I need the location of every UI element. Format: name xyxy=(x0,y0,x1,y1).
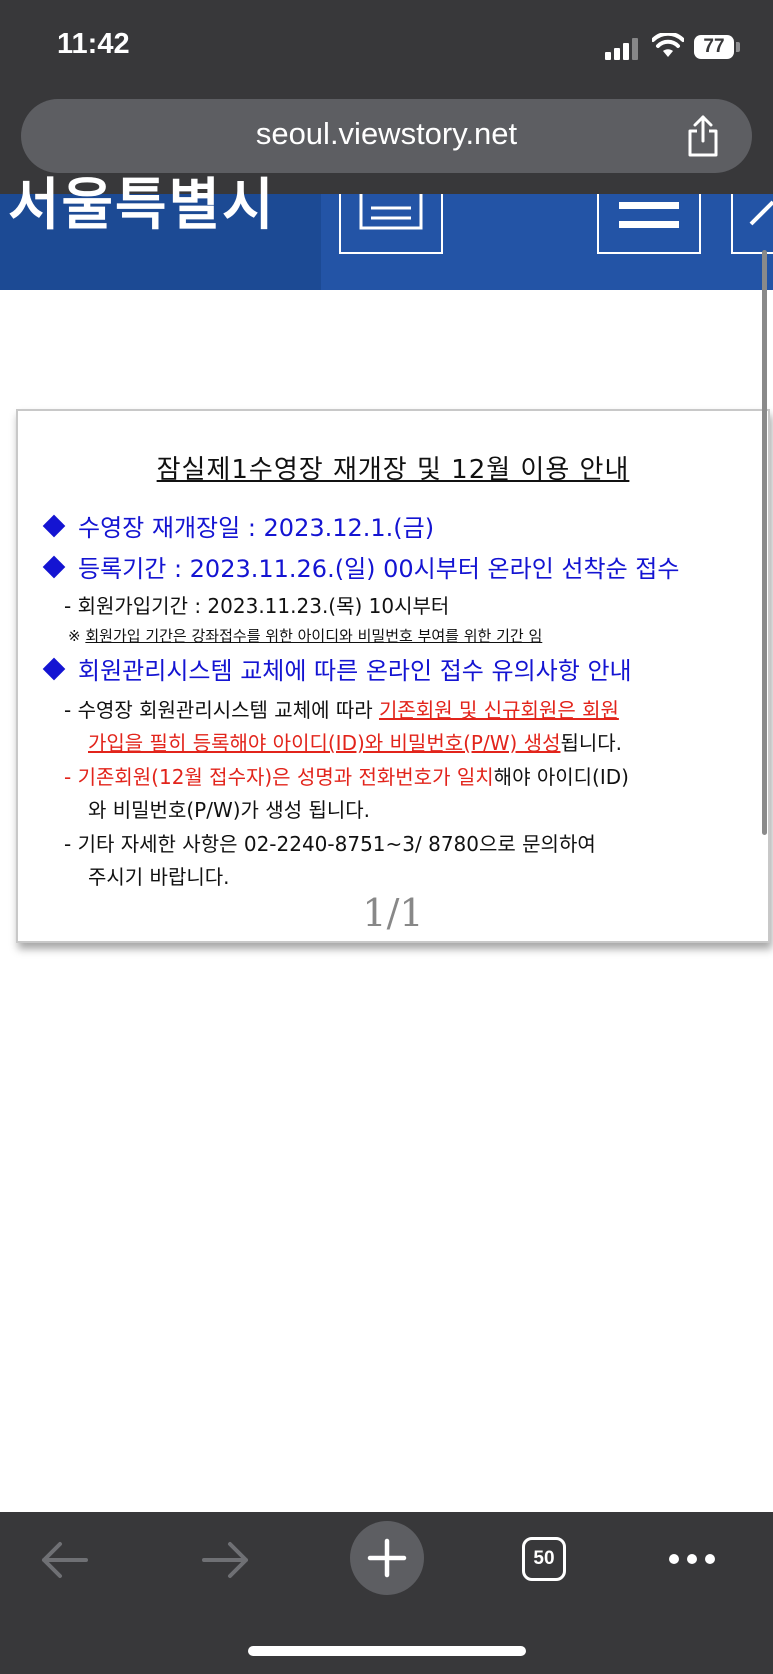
notice-item-1-line-2: 가입을 필히 등록해야 아이디(ID)와 비밀번호(P/W) 생성됩니다. xyxy=(88,727,622,756)
notice-item-2-line-2: 와 비밀번호(P/W)가 생성 됩니다. xyxy=(88,798,371,822)
more-options-icon[interactable] xyxy=(666,1550,718,1568)
notice-item-3-line-1: - 기타 자세한 사항은 02-2240-8751~3/ 8780으로 문의하여 xyxy=(64,832,596,856)
diamond-bullet-icon xyxy=(42,514,66,538)
notice-registration-period: 등록기간 : 2023.11.26.(일) 00시부터 온라인 선착순 접수 xyxy=(78,555,680,583)
share-icon[interactable] xyxy=(686,114,720,158)
notice-popup: 잠실제1수영장 재개장 및 12월 이용 안내 수영장 재개장일 : 2023.… xyxy=(16,409,770,943)
plus-icon xyxy=(367,1538,407,1578)
page-indicator: 1/1 xyxy=(362,891,424,935)
slash-icon xyxy=(749,200,773,226)
reference-mark: ※ xyxy=(68,627,81,645)
forward-arrow-icon[interactable] xyxy=(200,1540,250,1580)
notice-item-3-line-2: 주시기 바랍니다. xyxy=(88,865,230,889)
site-logo[interactable]: 서울특별시 xyxy=(8,176,276,236)
cellular-signal-icon xyxy=(605,36,639,60)
notice-item-2-line-1: - 기존회원(12월 접수자)은 성명과 전화번호가 일치해야 아이디(ID) xyxy=(64,761,629,790)
url-text: seoul.viewstory.net xyxy=(255,116,518,151)
notice-text: - 수영장 회원관리시스템 교체에 따라 xyxy=(64,698,380,722)
tab-switcher-button[interactable]: 50 xyxy=(522,1537,566,1581)
document-menu-button[interactable] xyxy=(339,190,443,254)
notice-item-1-line-1: - 수영장 회원관리시스템 교체에 따라 기존회원 및 신규회원은 회원 xyxy=(64,694,619,723)
notice-signup-period: - 회원가입기간 : 2023.11.23.(목) 10시부터 xyxy=(64,594,450,618)
scrollbar[interactable] xyxy=(762,250,767,835)
status-time: 11:42 xyxy=(57,28,130,60)
notice-highlight: 기존회원 및 신규회원은 회원 xyxy=(379,698,619,722)
notice-system-change-heading: 회원관리시스템 교체에 따른 온라인 접수 유의사항 안내 xyxy=(78,657,632,685)
notice-text: 됩니다. xyxy=(560,731,623,755)
document-icon xyxy=(359,190,423,230)
notice-title: 잠실제1수영장 재개장 및 12월 이용 안내 xyxy=(156,455,630,485)
new-tab-button[interactable] xyxy=(350,1521,424,1595)
notice-system-change-row: 회원관리시스템 교체에 따른 온라인 접수 유의사항 안내 xyxy=(42,651,632,686)
battery-tip xyxy=(736,42,740,52)
diamond-bullet-icon xyxy=(42,657,66,681)
battery-indicator: 77 xyxy=(694,35,734,59)
notice-highlight: - 기존회원(12월 접수자)은 성명과 전화번호가 일치 xyxy=(64,765,494,789)
notice-reopen-date-row: 수영장 재개장일 : 2023.12.1.(금) xyxy=(42,508,434,543)
wifi-icon xyxy=(652,33,684,57)
hamburger-icon xyxy=(619,202,679,228)
diamond-bullet-icon xyxy=(42,555,66,579)
address-bar[interactable]: seoul.viewstory.net xyxy=(21,99,752,173)
notice-text: 해야 아이디(ID) xyxy=(493,765,629,789)
notice-registration-row: 등록기간 : 2023.11.26.(일) 00시부터 온라인 선착순 접수 xyxy=(42,549,679,584)
notice-highlight: 가입을 필히 등록해야 아이디(ID)와 비밀번호(P/W) 생성 xyxy=(88,731,561,755)
extra-header-button[interactable] xyxy=(731,194,773,254)
back-arrow-icon[interactable] xyxy=(40,1540,90,1580)
notice-signup-note-row: ※ 회원가입 기간은 강좌접수를 위한 아이디와 비밀번호 부여를 위한 기간 … xyxy=(68,625,542,646)
menu-button[interactable] xyxy=(597,194,701,254)
notice-reopen-date: 수영장 재개장일 : 2023.12.1.(금) xyxy=(78,514,435,542)
notice-signup-note: 회원가입 기간은 강좌접수를 위한 아이디와 비밀번호 부여를 위한 기간 임 xyxy=(85,627,543,645)
home-indicator[interactable] xyxy=(248,1646,526,1656)
